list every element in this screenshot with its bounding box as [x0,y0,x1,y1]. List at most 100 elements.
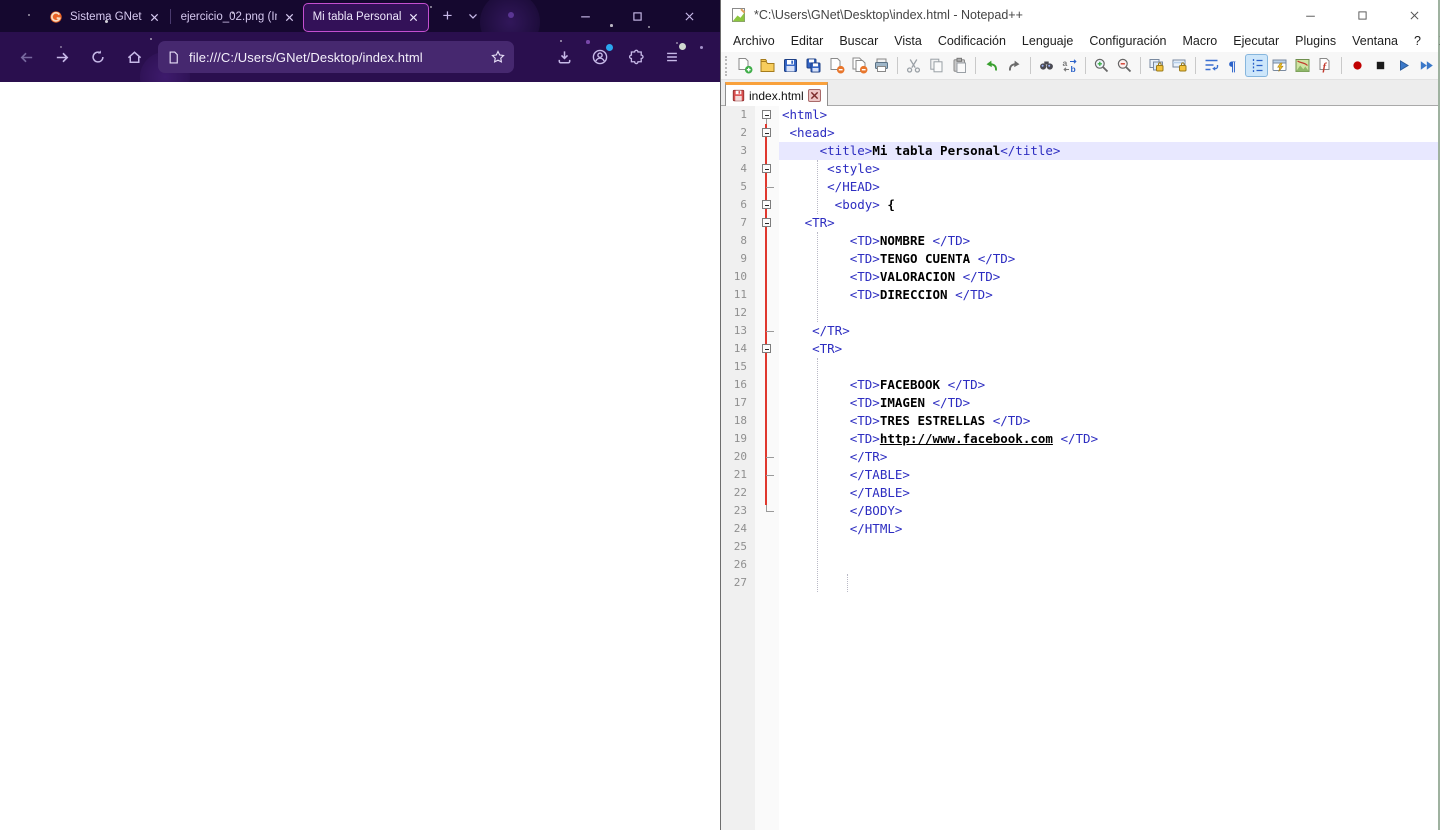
code-line-5[interactable]: 5 </HEAD> [721,178,1438,196]
code-line-17[interactable]: 17 <TD>IMAGEN </TD> [721,394,1438,412]
new-file-icon[interactable] [734,55,755,76]
function-list-icon[interactable]: f [1315,55,1336,76]
copy-icon[interactable] [926,55,947,76]
menu-configuracin[interactable]: Configuración [1081,32,1174,50]
fold-collapse-icon[interactable] [762,164,771,173]
maximize-icon[interactable] [1348,4,1376,26]
code-line-14[interactable]: 14 <TR> [721,340,1438,358]
open-file-icon[interactable] [757,55,778,76]
close-all-icon[interactable] [849,55,870,76]
code-line-1[interactable]: 1<html> [721,106,1438,124]
menu-help[interactable]: ? [1406,32,1429,50]
forward-icon[interactable] [47,42,77,72]
home-icon[interactable] [119,42,149,72]
browser-tab-2[interactable]: ejercicio_02.png (Im [172,4,304,31]
menubar-close-button[interactable]: X [1429,34,1440,48]
zoom-out-icon[interactable] [1114,55,1135,76]
url-text[interactable]: file:///C:/Users/GNet/Desktop/index.html [189,50,490,65]
maximize-icon[interactable] [622,3,652,29]
show-all-chars-icon[interactable]: ¶ [1224,55,1245,76]
menu-lenguaje[interactable]: Lenguaje [1014,32,1081,50]
code-line-2[interactable]: 2 <head> [721,124,1438,142]
code-line-16[interactable]: 16 <TD>FACEBOOK </TD> [721,376,1438,394]
fold-collapse-icon[interactable] [762,200,771,209]
menu-macro[interactable]: Macro [1175,32,1226,50]
code-line-11[interactable]: 11 <TD>DIRECCION </TD> [721,286,1438,304]
code-line-21[interactable]: 21 </TABLE> [721,466,1438,484]
code-line-3[interactable]: 3 <title>Mi tabla Personal</title> [721,142,1438,160]
code-line-12[interactable]: 12 [721,304,1438,322]
list-all-tabs-chevron-icon[interactable] [460,3,486,29]
paste-icon[interactable] [949,55,970,76]
run-macro-multiple-icon[interactable] [1416,55,1437,76]
play-macro-icon[interactable] [1393,55,1414,76]
sync-horizontal-icon[interactable] [1169,55,1190,76]
redo-icon[interactable] [1004,55,1025,76]
word-wrap-icon[interactable] [1201,55,1222,76]
menu-buscar[interactable]: Buscar [831,32,886,50]
account-icon[interactable] [585,42,615,72]
code-line-7[interactable]: 7 <TR> [721,214,1438,232]
fold-collapse-icon[interactable] [762,344,771,353]
code-line-26[interactable]: 26 [721,556,1438,574]
downloads-icon[interactable] [549,42,579,72]
browser-tab-3[interactable]: Mi tabla Personal [304,4,429,31]
code-line-25[interactable]: 25 [721,538,1438,556]
new-tab-button[interactable]: + [434,3,460,29]
extensions-puzzle-icon[interactable] [621,42,651,72]
close-file-icon[interactable] [826,55,847,76]
close-tab-icon[interactable] [808,89,821,102]
bookmark-star-icon[interactable] [490,49,506,65]
undo-icon[interactable] [981,55,1002,76]
reload-icon[interactable] [83,42,113,72]
code-line-8[interactable]: 8 <TD>NOMBRE </TD> [721,232,1438,250]
tab-index-html[interactable]: index.html [725,82,828,106]
save-all-icon[interactable] [803,55,824,76]
record-macro-icon[interactable] [1347,55,1368,76]
menu-vista[interactable]: Vista [886,32,930,50]
minimize-icon[interactable] [1296,4,1324,26]
fold-collapse-icon[interactable] [762,128,771,137]
close-tab-icon[interactable] [408,12,419,23]
sync-vertical-icon[interactable] [1146,55,1167,76]
code-line-24[interactable]: 24 </HTML> [721,520,1438,538]
code-line-6[interactable]: 6 <body> { [721,196,1438,214]
code-line-15[interactable]: 15 [721,358,1438,376]
address-bar[interactable]: file:///C:/Users/GNet/Desktop/index.html [158,41,514,73]
indent-guide-icon[interactable] [1246,55,1267,76]
menu-archivo[interactable]: Archivo [725,32,783,50]
code-line-4[interactable]: 4 <style> [721,160,1438,178]
close-icon[interactable] [1400,4,1428,26]
code-line-18[interactable]: 18 <TD>TRES ESTRELLAS </TD> [721,412,1438,430]
code-line-19[interactable]: 19 <TD>http://www.facebook.com </TD> [721,430,1438,448]
code-line-13[interactable]: 13 </TR> [721,322,1438,340]
toolbar-grip[interactable] [725,56,729,76]
cut-icon[interactable] [903,55,924,76]
back-icon[interactable] [11,42,41,72]
code-line-22[interactable]: 22 </TABLE> [721,484,1438,502]
code-line-23[interactable]: 23 </BODY> [721,502,1438,520]
close-tab-icon[interactable] [149,12,160,23]
find-icon[interactable] [1036,55,1057,76]
fold-collapse-icon[interactable] [762,110,771,119]
menu-ventana[interactable]: Ventana [1344,32,1406,50]
menu-plugins[interactable]: Plugins [1287,32,1344,50]
save-file-icon[interactable] [780,55,801,76]
stop-macro-icon[interactable] [1370,55,1391,76]
minimize-icon[interactable] [570,3,600,29]
document-map-icon[interactable] [1292,55,1313,76]
fold-collapse-icon[interactable] [762,218,771,227]
code-editor[interactable]: 1<html>2 <head>3 <title>Mi tabla Persona… [721,106,1438,830]
close-icon[interactable] [674,3,704,29]
zoom-in-icon[interactable] [1091,55,1112,76]
close-tab-icon[interactable] [284,12,295,23]
menu-editar[interactable]: Editar [783,32,832,50]
menu-ejecutar[interactable]: Ejecutar [1225,32,1287,50]
code-line-10[interactable]: 10 <TD>VALORACION </TD> [721,268,1438,286]
browser-tab-1[interactable]: Sistema GNet [40,4,169,31]
menu-codificacin[interactable]: Codificación [930,32,1014,50]
code-line-9[interactable]: 9 <TD>TENGO CUENTA </TD> [721,250,1438,268]
print-icon[interactable] [872,55,893,76]
replace-icon[interactable]: ab [1059,55,1080,76]
menu-hamburger-icon[interactable] [657,42,687,72]
